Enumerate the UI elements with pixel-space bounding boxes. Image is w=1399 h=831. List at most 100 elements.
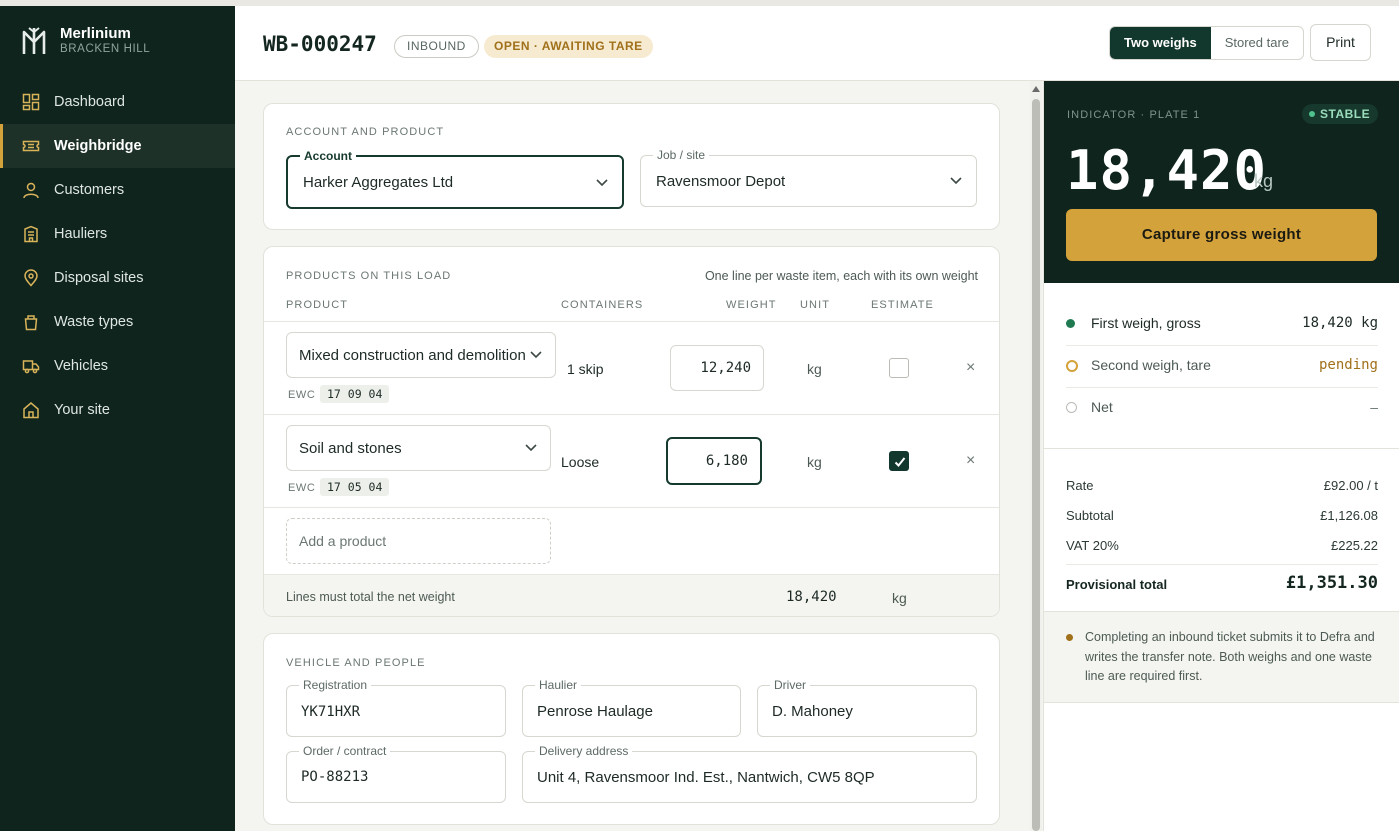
products-total-row: Lines must total the net weight 18,420 k… <box>264 574 999 616</box>
containers-value: 1 skip <box>567 361 604 377</box>
product-select[interactable]: Mixed construction and demolition <box>286 332 556 378</box>
ewc-label: EWC <box>288 389 316 401</box>
person-icon <box>23 182 39 199</box>
section-label: PRODUCTS ON THIS LOAD <box>286 270 452 282</box>
field-value: Penrose Haulage <box>537 703 653 720</box>
weigh-value: pending <box>1318 357 1378 373</box>
estimate-checkbox[interactable] <box>889 451 909 471</box>
sidebar-item-waste-types[interactable]: Waste types <box>0 300 235 344</box>
weigh-step-net: Net – <box>1066 387 1378 429</box>
weigh-value: 18,420 kg <box>1302 315 1378 331</box>
mode-two-weighs-button[interactable]: Two weighs <box>1110 27 1211 59</box>
weigh-step-gross: First weigh, gross 18,420 kg <box>1066 303 1378 345</box>
unit-value: kg <box>807 454 822 470</box>
building-icon <box>24 225 38 243</box>
subtotal-label: Subtotal <box>1066 508 1114 523</box>
product-select[interactable]: Soil and stones <box>286 425 551 471</box>
brand[interactable]: Merlinium BRACKEN HILL <box>22 26 150 56</box>
sidebar-item-label: Dashboard <box>54 94 125 110</box>
field-label: Order / contract <box>299 744 391 758</box>
remove-line-button[interactable]: × <box>966 359 975 377</box>
sidebar-item-dashboard[interactable]: Dashboard <box>0 80 235 124</box>
home-icon <box>23 402 39 419</box>
section-label: ACCOUNT AND PRODUCT <box>286 126 445 138</box>
stability-badge: STABLE <box>1302 104 1379 124</box>
add-product-input[interactable]: Add a product <box>286 518 551 564</box>
indicator-label: INDICATOR · PLATE 1 <box>1067 109 1201 121</box>
column-header-containers: CONTAINERS <box>561 299 644 311</box>
scroll-thumb[interactable] <box>1032 99 1040 831</box>
capture-gross-weight-button[interactable]: Capture gross weight <box>1066 209 1377 261</box>
vat-row: VAT 20% £225.22 <box>1066 538 1378 553</box>
column-header-estimate: ESTIMATE <box>871 299 934 311</box>
chevron-down-icon <box>525 444 537 452</box>
field-value: PO-88213 <box>301 769 369 785</box>
sidebar-item-hauliers[interactable]: Hauliers <box>0 212 235 256</box>
divider <box>264 414 999 415</box>
sidebar-nav: Dashboard Weighbridge Customers Hauliers… <box>0 80 235 432</box>
field-label: Job / site <box>653 148 710 162</box>
field-label: Driver <box>770 678 810 692</box>
field-value: Soil and stones <box>299 440 402 457</box>
sidebar-item-weighbridge[interactable]: Weighbridge <box>0 124 235 168</box>
weight-input[interactable]: 6,180 <box>666 437 762 485</box>
print-button[interactable]: Print <box>1310 24 1371 61</box>
products-hint: One line per waste item, each with its o… <box>704 269 978 283</box>
truck-icon <box>22 360 40 374</box>
registration-field[interactable]: Registration YK71HXR <box>286 678 506 737</box>
containers-value: Loose <box>561 454 600 470</box>
sidebar-item-your-site[interactable]: Your site <box>0 388 235 432</box>
estimate-checkbox[interactable] <box>889 358 909 378</box>
weigh-label: Net <box>1091 399 1113 415</box>
account-select[interactable]: Account Harker Aggregates Ltd <box>286 149 624 209</box>
chevron-down-icon <box>950 177 962 185</box>
order-contract-field[interactable]: Order / contract PO-88213 <box>286 744 506 803</box>
delivery-address-field[interactable]: Delivery address Unit 4, Ravensmoor Ind.… <box>522 744 977 803</box>
remove-line-button[interactable]: × <box>966 452 975 470</box>
job-site-select[interactable]: Job / site Ravensmoor Depot <box>640 148 977 207</box>
weight-indicator: INDICATOR · PLATE 1 STABLE 18,420 kg Cap… <box>1044 81 1399 283</box>
sidebar-item-label: Hauliers <box>54 226 108 242</box>
page-header: WB-000247 INBOUND OPEN · AWAITING TARE T… <box>235 6 1399 81</box>
status-dot <box>1066 402 1077 413</box>
note-text: Completing an inbound ticket submits it … <box>1085 630 1375 683</box>
weigh-step-tare: Second weigh, tare pending <box>1066 345 1378 387</box>
weigh-label: Second weigh, tare <box>1091 357 1211 373</box>
direction-badge: INBOUND <box>394 35 479 58</box>
scroll-up-icon[interactable] <box>1032 86 1040 92</box>
rate-label: Rate <box>1066 478 1094 493</box>
brand-name: Merlinium <box>60 25 131 42</box>
live-weight: 18,420 <box>1066 139 1268 202</box>
products-card: PRODUCTS ON THIS LOAD One line per waste… <box>263 246 1000 617</box>
total-value: £1,351.30 <box>1285 573 1378 593</box>
check-icon <box>894 457 906 467</box>
ewc-code: 17 09 04 <box>320 385 390 403</box>
field-label: Delivery address <box>535 744 633 758</box>
sidebar-item-disposal-sites[interactable]: Disposal sites <box>0 256 235 300</box>
total-note: Lines must total the net weight <box>286 590 455 604</box>
sidebar-item-label: Waste types <box>54 314 134 330</box>
total-unit: kg <box>892 590 907 606</box>
chevron-down-icon <box>596 179 608 187</box>
info-note: Completing an inbound ticket submits it … <box>1044 611 1399 703</box>
sidebar-item-vehicles[interactable]: Vehicles <box>0 344 235 388</box>
sidebar-item-label: Disposal sites <box>54 270 144 286</box>
mode-stored-tare-button[interactable]: Stored tare <box>1211 27 1303 59</box>
sidebar-item-label: Weighbridge <box>54 138 142 154</box>
ticket-icon <box>22 140 40 152</box>
sidebar-item-customers[interactable]: Customers <box>0 168 235 212</box>
weigh-label: First weigh, gross <box>1091 315 1201 331</box>
chevron-down-icon <box>530 351 542 359</box>
rate-row: Rate £92.00 / t <box>1066 478 1378 493</box>
sidebar: Merlinium BRACKEN HILL Dashboard Weighbr… <box>0 6 235 831</box>
map-pin-icon <box>24 269 38 287</box>
haulier-field[interactable]: Haulier Penrose Haulage <box>522 678 741 737</box>
main-scrollbar[interactable] <box>1030 81 1042 831</box>
weight-input[interactable]: 12,240 <box>670 345 764 391</box>
column-header-weight: WEIGHT <box>726 299 777 311</box>
app-window: Merlinium BRACKEN HILL Dashboard Weighbr… <box>0 6 1399 831</box>
bin-icon <box>24 315 38 331</box>
field-value: D. Mahoney <box>772 703 853 720</box>
driver-field[interactable]: Driver D. Mahoney <box>757 678 977 737</box>
field-value: Harker Aggregates Ltd <box>303 174 454 191</box>
